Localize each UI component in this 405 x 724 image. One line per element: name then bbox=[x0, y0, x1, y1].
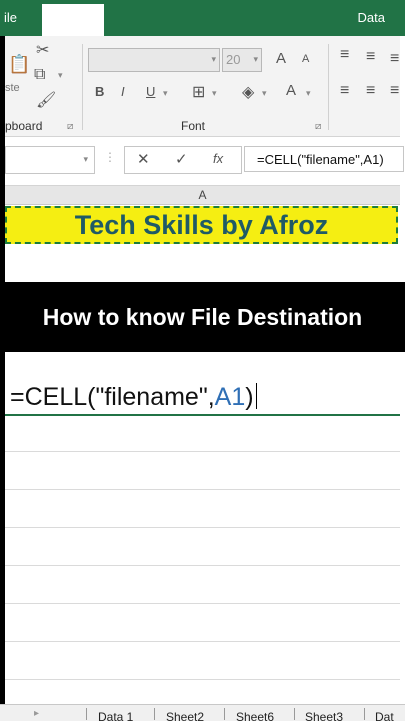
ribbon-separator bbox=[328, 44, 329, 130]
align-left-icon[interactable]: ≡ bbox=[340, 82, 349, 100]
align-top-icon[interactable]: ≡ bbox=[340, 46, 349, 64]
font-color-dropdown-icon[interactable]: ▾ bbox=[306, 88, 311, 99]
tab-separator bbox=[86, 708, 87, 720]
grid-row-line bbox=[5, 489, 400, 490]
grid-row[interactable] bbox=[5, 244, 400, 283]
formula-bar-grip-icon[interactable]: ⋮ bbox=[104, 150, 116, 164]
sheet-tab-sheet6[interactable]: Sheet6 bbox=[236, 710, 274, 724]
formula-suffix: ) bbox=[245, 383, 254, 411]
cell-formula-text[interactable]: =CELL("filename",A1) bbox=[10, 383, 258, 412]
banner-cell[interactable]: Tech Skills by Afroz bbox=[5, 206, 398, 244]
formula-input[interactable]: =CELL("filename",A1) bbox=[244, 146, 404, 172]
fill-color-icon[interactable]: ◈ bbox=[242, 82, 254, 102]
cancel-icon[interactable]: ✕ bbox=[137, 150, 150, 168]
sheet-tab-sheet3[interactable]: Sheet3 bbox=[305, 710, 343, 724]
bold-button[interactable]: B bbox=[95, 84, 104, 99]
tab-file[interactable]: ile bbox=[4, 10, 17, 25]
font-launcher-icon[interactable]: ⧄ bbox=[315, 121, 321, 132]
ribbon-separator bbox=[82, 44, 83, 130]
borders-icon[interactable]: ⊞ bbox=[192, 82, 205, 102]
grid-row-line bbox=[5, 451, 400, 452]
tab-separator bbox=[294, 708, 295, 720]
cell-reference: A1 bbox=[214, 383, 246, 411]
tab-home-active[interactable] bbox=[42, 4, 104, 36]
insert-function-button[interactable]: fx bbox=[213, 151, 223, 166]
cut-scissors-icon[interactable]: ✂ bbox=[36, 40, 49, 60]
align-right-icon[interactable]: ≡ bbox=[390, 82, 399, 100]
chevron-down-icon: ▾ bbox=[83, 154, 88, 164]
shrink-font-button[interactable]: A bbox=[302, 53, 309, 65]
chevron-down-icon: ▾ bbox=[253, 54, 258, 64]
borders-dropdown-icon[interactable]: ▾ bbox=[212, 88, 217, 99]
align-middle-icon[interactable]: ≡ bbox=[366, 48, 375, 66]
underline-dropdown-icon[interactable]: ▾ bbox=[163, 88, 168, 99]
font-name-select[interactable]: ▾ bbox=[88, 48, 220, 72]
grid-row-line bbox=[5, 527, 400, 528]
enter-check-icon[interactable]: ✓ bbox=[175, 150, 188, 168]
chevron-down-icon: ▾ bbox=[211, 54, 216, 64]
group-font-label: Font bbox=[181, 119, 206, 133]
font-color-button[interactable]: A bbox=[286, 82, 296, 99]
tab-separator bbox=[224, 708, 225, 720]
copy-dropdown-icon[interactable]: ▾ bbox=[58, 70, 63, 81]
copy-icon[interactable]: ⧉ bbox=[34, 66, 45, 84]
align-bottom-icon[interactable]: ≡ bbox=[390, 50, 399, 68]
sheet-tab-data1[interactable]: Data 1 bbox=[98, 710, 133, 724]
font-size-select[interactable]: 20 ▾ bbox=[222, 48, 262, 72]
sheet-tab-sheet2[interactable]: Sheet2 bbox=[166, 710, 204, 724]
format-painter-icon[interactable]: 🖌 bbox=[36, 90, 56, 110]
formula-buttons: ✕ ✓ fx bbox=[124, 146, 242, 174]
name-box[interactable]: ▾ bbox=[5, 146, 95, 174]
tab-data[interactable]: Data bbox=[358, 10, 385, 25]
grid-row-line bbox=[5, 603, 400, 604]
font-size-value: 20 bbox=[226, 52, 241, 67]
grid-row-line bbox=[5, 679, 400, 680]
underline-button[interactable]: U bbox=[146, 84, 155, 99]
column-header-a[interactable]: A bbox=[5, 186, 400, 205]
paste-label: ste bbox=[5, 82, 20, 94]
grow-font-button[interactable]: A bbox=[276, 50, 286, 67]
formula-prefix: =CELL("filename", bbox=[10, 383, 215, 411]
group-clipboard-label: pboard bbox=[5, 119, 43, 133]
italic-button[interactable]: I bbox=[121, 84, 125, 99]
tab-separator bbox=[154, 708, 155, 720]
align-center-icon[interactable]: ≡ bbox=[366, 82, 375, 100]
sheet-tab-dat[interactable]: Dat bbox=[375, 710, 394, 724]
grid-row-line bbox=[5, 641, 400, 642]
paste-icon[interactable]: 📋 bbox=[8, 54, 30, 75]
scroll-tabs-icon[interactable]: ▸ bbox=[34, 708, 39, 719]
fill-dropdown-icon[interactable]: ▾ bbox=[262, 88, 267, 99]
grid-row-line bbox=[5, 565, 400, 566]
text-caret bbox=[255, 383, 258, 409]
tab-separator bbox=[364, 708, 365, 720]
video-caption: How to know File Destination bbox=[42, 304, 363, 330]
clipboard-launcher-icon[interactable]: ⧄ bbox=[67, 121, 73, 132]
